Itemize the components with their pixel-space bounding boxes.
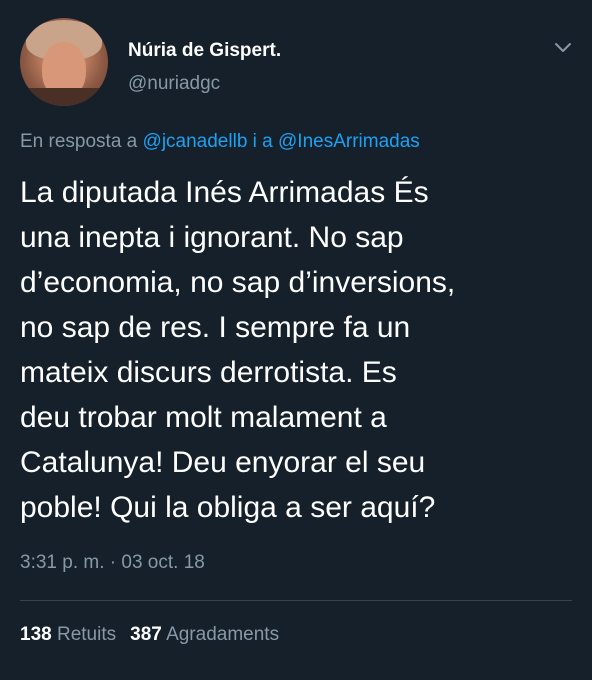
retweets-stat[interactable]: 138 Retuits (20, 624, 116, 645)
mention-link-inesarrimadas[interactable]: @InesArrimadas (278, 131, 420, 152)
tweet-text-line: una inepta i ignorant. No sap (20, 221, 404, 254)
tweet-text: La diputada Inés Arrimadas És una inepta… (20, 170, 576, 530)
divider (20, 600, 572, 601)
chevron-down-icon[interactable] (552, 36, 574, 58)
tweet-text-line: La diputada Inés Arrimadas És (20, 176, 429, 209)
tweet-detail: Núria de Gispert. @nuriadgc En resposta … (0, 0, 592, 680)
tweet-text-line: d’economia, no sap d’inversions, (20, 266, 456, 299)
avatar-shoulder (20, 88, 108, 106)
tweet-text-line: poble! Qui la obliga a ser aquí? (20, 491, 436, 524)
author-handle[interactable]: @nuriadgc (128, 73, 220, 95)
tweet-timestamp[interactable]: 3:31 p. m. · 03 oct. 18 (20, 552, 205, 574)
engagement-stats: 138 Retuits 387 Agradaments (20, 624, 279, 646)
avatar[interactable] (20, 18, 108, 106)
tweet-text-line: deu trobar molt malament a (20, 401, 387, 434)
author-display-name[interactable]: Núria de Gispert. (128, 40, 281, 62)
retweets-label: Retuits (56, 624, 117, 645)
likes-label: Agradaments (166, 624, 280, 645)
likes-count: 387 (130, 624, 162, 645)
tweet-text-line: mateix discurs derrotista. Es (20, 356, 397, 389)
tweet-text-line: no sap de res. I sempre fa un (20, 311, 411, 344)
retweets-count: 138 (20, 624, 52, 645)
reply-context: En resposta a @jcanadellb i a @InesArrim… (20, 131, 420, 153)
reply-prefix: En resposta a (20, 131, 143, 152)
reply-connector[interactable]: i a (247, 131, 278, 152)
mention-link-jcanadellb[interactable]: @jcanadellb (143, 131, 248, 152)
likes-stat[interactable]: 387 Agradaments (130, 624, 279, 645)
tweet-text-line: Catalunya! Deu enyorar el seu (20, 446, 426, 479)
